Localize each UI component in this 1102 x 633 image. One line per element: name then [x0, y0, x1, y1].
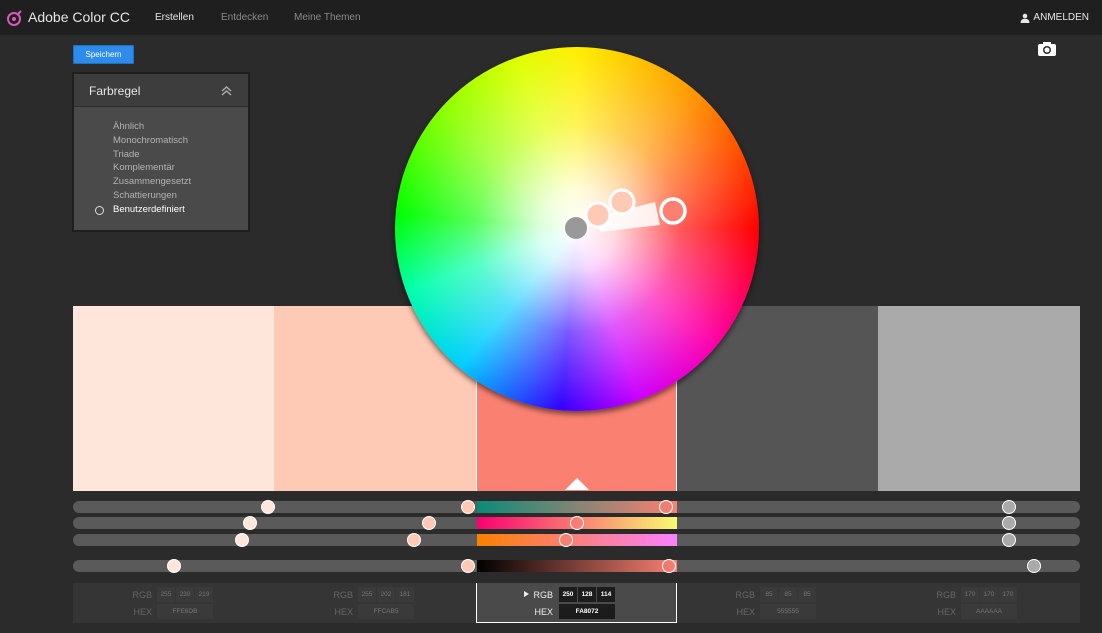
rgb-label: RGB — [533, 590, 553, 600]
selected-swatch-arrow-icon — [565, 478, 589, 490]
slider-brightness-gradient[interactable] — [477, 560, 677, 572]
rule-radio[interactable] — [95, 205, 104, 215]
rgb-b-field[interactable]: 181 — [396, 587, 414, 602]
rgb-label: RGB — [132, 590, 152, 600]
camera-icon[interactable] — [1037, 41, 1057, 57]
rule-item-komplementaer[interactable]: Komplementär — [74, 161, 248, 175]
rgb-g-field[interactable]: 230 — [176, 587, 194, 602]
login-label: ANMELDEN — [1033, 12, 1089, 23]
slider-knob[interactable] — [235, 533, 249, 547]
slider-knob[interactable] — [1027, 559, 1041, 573]
rule-panel-title: Farbregel — [89, 84, 141, 98]
rgb-label: RGB — [333, 590, 353, 600]
rule-item-triade[interactable]: Triade — [74, 148, 248, 162]
rgb-b-field[interactable]: 85 — [798, 587, 816, 602]
rgb-r-field[interactable]: 250 — [559, 587, 577, 602]
swatch-5[interactable] — [878, 306, 1080, 491]
wheel-base-handle[interactable] — [565, 217, 587, 239]
hex-label: HEX — [133, 607, 152, 617]
login-button[interactable]: ANMELDEN — [1020, 12, 1089, 23]
app-title[interactable]: Adobe Color CC — [28, 9, 130, 25]
slider-knob-selected[interactable] — [662, 559, 676, 573]
slider-knob[interactable] — [1002, 500, 1016, 514]
nav-erstellen[interactable]: Erstellen — [155, 12, 194, 23]
chevron-up-icon[interactable] — [221, 85, 232, 96]
swatch-1[interactable] — [73, 306, 274, 491]
slider-knob-selected[interactable] — [570, 516, 584, 530]
slider-red-gradient[interactable] — [477, 501, 677, 513]
hex-field[interactable]: FA8072 — [559, 604, 615, 619]
hex-label: HEX — [534, 607, 553, 617]
slider-knob[interactable] — [261, 500, 275, 514]
nav-meine-themen[interactable]: Meine Themen — [294, 12, 361, 23]
rule-item-benutzerdefiniert[interactable]: Benutzerdefiniert — [74, 203, 248, 217]
rgb-r-field[interactable]: 255 — [358, 587, 376, 602]
rule-item-label: Benutzerdefiniert — [113, 203, 185, 215]
slider-knob[interactable] — [243, 516, 257, 530]
slider-knob[interactable] — [422, 516, 436, 530]
nav-entdecken[interactable]: Entdecken — [221, 12, 268, 23]
slider-knob[interactable] — [1002, 516, 1016, 530]
top-bar: Adobe Color CC Erstellen Entdecken Meine… — [0, 0, 1102, 35]
wheel-handle[interactable] — [608, 188, 636, 216]
slider-knob-selected[interactable] — [659, 500, 673, 514]
rgb-r-field[interactable]: 170 — [961, 587, 979, 602]
wheel-handle-selected[interactable] — [659, 197, 687, 225]
rgb-g-field[interactable]: 202 — [377, 587, 395, 602]
slider-knob[interactable] — [167, 559, 181, 573]
hex-field[interactable]: FFCAB5 — [358, 604, 414, 619]
hex-label: HEX — [937, 607, 956, 617]
adobe-color-logo-icon[interactable] — [6, 9, 24, 27]
rule-list: Ähnlich Monochromatisch Triade Komplemen… — [74, 120, 248, 217]
hex-label: HEX — [736, 607, 755, 617]
slider-blue-gradient[interactable] — [477, 534, 677, 546]
rule-item-aehnlich[interactable]: Ähnlich — [74, 120, 248, 134]
wheel-handle[interactable] — [584, 201, 612, 229]
hex-field[interactable]: 555555 — [760, 604, 816, 619]
slider-knob-selected[interactable] — [559, 533, 573, 547]
rule-item-schattierungen[interactable]: Schattierungen — [74, 189, 248, 203]
rgb-r-field[interactable]: 85 — [760, 587, 778, 602]
hex-label: HEX — [334, 607, 353, 617]
rule-panel-header[interactable]: Farbregel — [74, 74, 248, 107]
rgb-b-field[interactable]: 114 — [597, 587, 615, 602]
rgb-r-field[interactable]: 255 — [157, 587, 175, 602]
color-wheel[interactable] — [395, 47, 759, 411]
user-icon — [1020, 13, 1030, 23]
slider-knob[interactable] — [407, 533, 421, 547]
rule-item-zusammengesetzt[interactable]: Zusammengesetzt — [74, 175, 248, 189]
rgb-g-field[interactable]: 128 — [578, 587, 596, 602]
rgb-label: RGB — [936, 590, 956, 600]
rgb-label: RGB — [735, 590, 755, 600]
save-button[interactable]: Speichern — [73, 45, 134, 64]
rgb-g-field[interactable]: 85 — [779, 587, 797, 602]
rule-item-monochromatisch[interactable]: Monochromatisch — [74, 134, 248, 148]
rgb-b-field[interactable]: 170 — [999, 587, 1017, 602]
slider-knob[interactable] — [461, 559, 475, 573]
slider-knob[interactable] — [461, 500, 475, 514]
hex-field[interactable]: FFE6DB — [157, 604, 213, 619]
color-wheel-handles — [565, 188, 687, 239]
rgb-b-field[interactable]: 219 — [195, 587, 213, 602]
color-rule-panel: Farbregel Ähnlich Monochromatisch Triade… — [74, 74, 248, 230]
rgb-g-field[interactable]: 170 — [980, 587, 998, 602]
hex-field[interactable]: AAAAAA — [961, 604, 1017, 619]
slider-knob[interactable] — [1002, 533, 1016, 547]
